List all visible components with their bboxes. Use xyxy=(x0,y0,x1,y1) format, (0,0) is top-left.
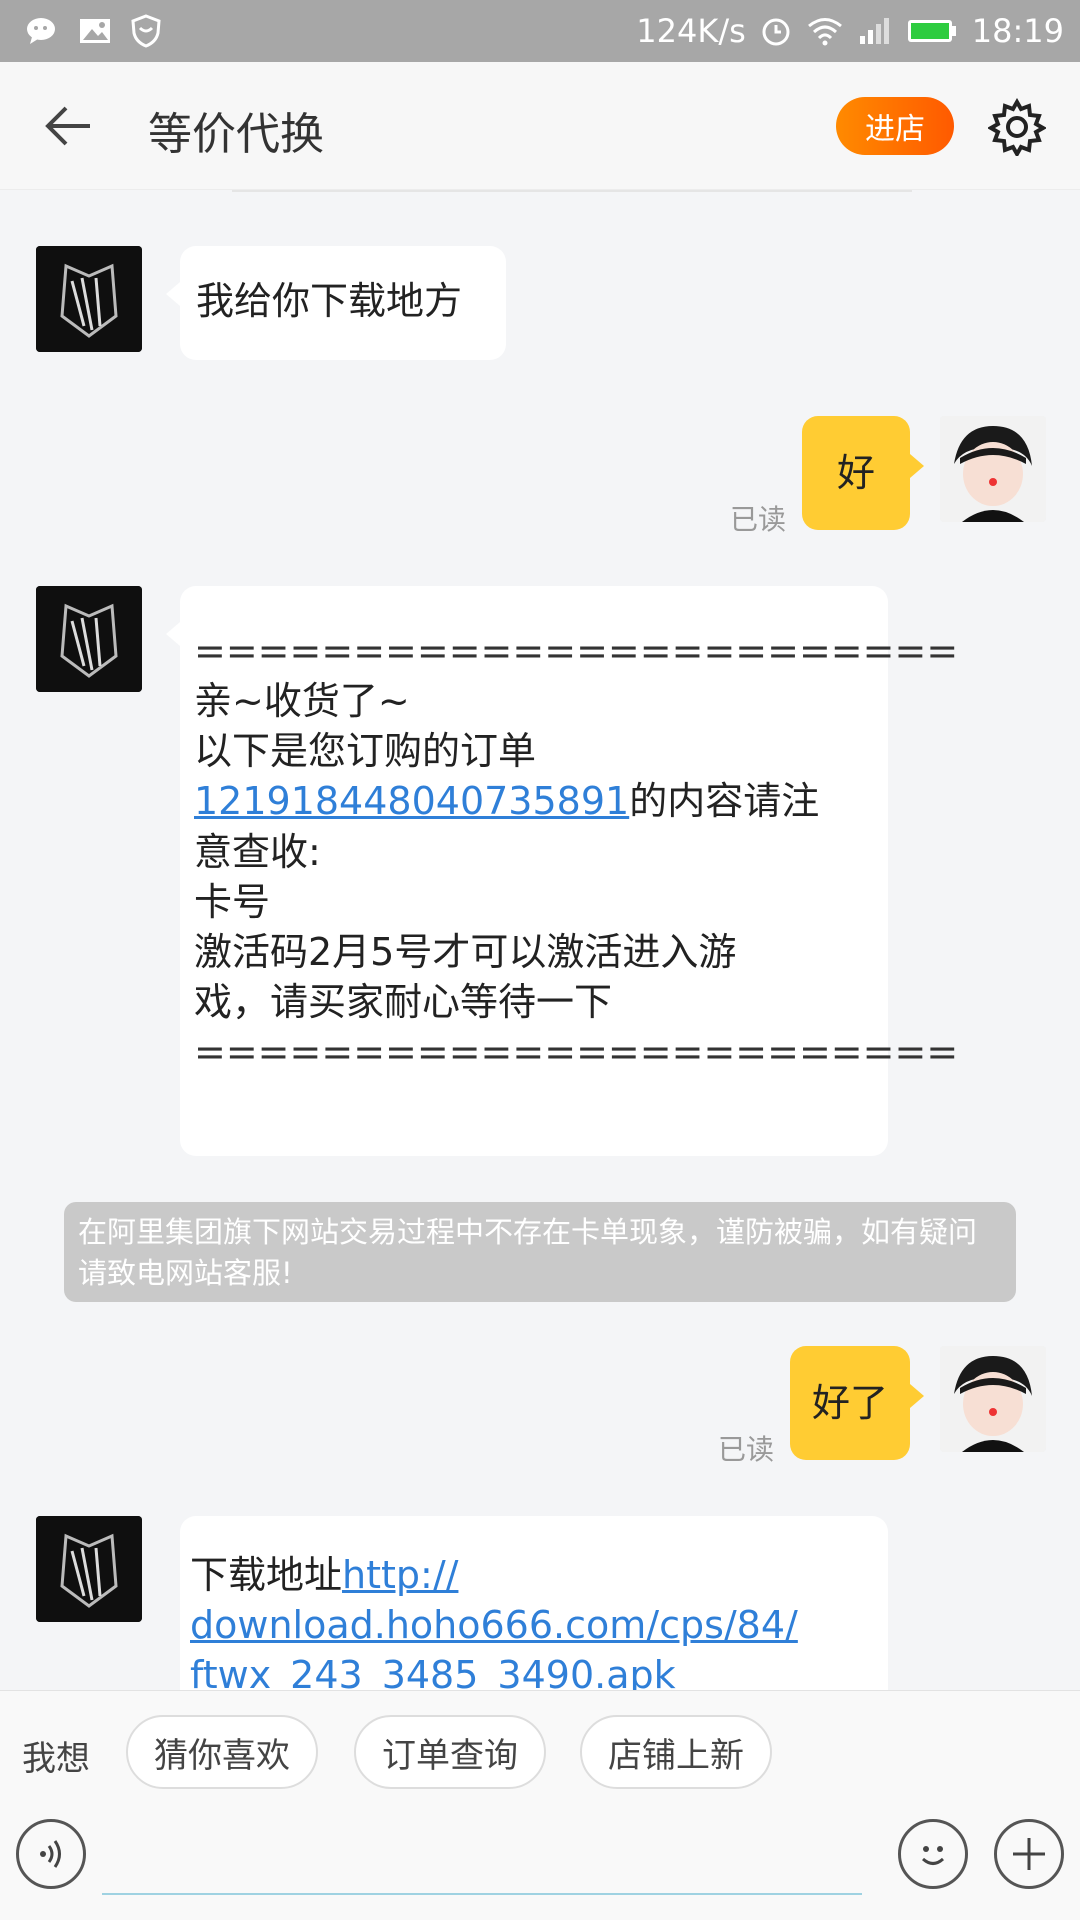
gear-icon[interactable] xyxy=(986,97,1048,159)
shop-avatar[interactable] xyxy=(36,246,142,352)
order-message-bubble[interactable]: ======================== 亲~收货了~ 以下是您订购的订… xyxy=(166,586,959,1156)
clock: 18:19 xyxy=(971,12,1064,50)
message-text: 好了 xyxy=(811,1381,888,1425)
message-line: 意查收: xyxy=(194,829,321,874)
message-bubble[interactable]: 我给你下载地方 xyxy=(166,246,506,360)
emoji-icon[interactable] xyxy=(898,1819,968,1889)
separator-line: ======================== xyxy=(194,629,959,673)
shop-avatar[interactable] xyxy=(36,1516,142,1622)
wifi-icon xyxy=(806,16,844,46)
message-line: 激活码2月5号才可以激活进入游 xyxy=(194,929,737,974)
download-link[interactable]: http:// xyxy=(342,1553,458,1597)
shield-icon xyxy=(130,14,162,48)
bottom-input-area: 我想 猜你喜欢 订单查询 店铺上新 xyxy=(0,1690,1080,1920)
chip-shop-new[interactable]: 店铺上新 xyxy=(580,1715,772,1789)
previous-message-edge xyxy=(232,190,912,192)
wechat-icon xyxy=(26,16,60,46)
message-line: 亲~收货了~ xyxy=(194,679,410,724)
user-avatar[interactable] xyxy=(940,416,1046,522)
message-bubble[interactable]: 好了 xyxy=(790,1346,924,1460)
order-number-link[interactable]: 1219184480407358​91 xyxy=(194,779,629,823)
message-line: 的内容请注 xyxy=(629,779,820,824)
separator-line: ======================== xyxy=(194,1030,959,1075)
read-status: 已读 xyxy=(718,1433,775,1466)
message-input[interactable] xyxy=(102,1835,862,1895)
image-icon xyxy=(78,16,112,46)
voice-icon[interactable] xyxy=(16,1819,86,1889)
message-text: 下载地址 xyxy=(190,1553,343,1597)
download-link[interactable]: download.hoho666.com/cps/84/ xyxy=(190,1603,798,1647)
chat-title: 等价代换 xyxy=(148,109,324,160)
battery-icon xyxy=(906,17,958,45)
user-avatar[interactable] xyxy=(940,1346,1046,1452)
signal-icon xyxy=(858,16,892,46)
network-speed: 124K/s xyxy=(636,12,746,50)
message-line: 卡号 xyxy=(194,879,271,924)
message-text: 好 xyxy=(836,451,875,495)
chat-header: 等价代换 进店 xyxy=(0,62,1080,190)
quick-reply-label: 我想 xyxy=(22,1739,90,1779)
chip-guess-you-like[interactable]: 猜你喜欢 xyxy=(126,1715,318,1789)
chip-order-query[interactable]: 订单查询 xyxy=(354,1715,546,1789)
status-bar: 124K/s 18:19 xyxy=(0,0,1080,62)
download-link[interactable]: ftwx_243_3485_3490.apk xyxy=(190,1653,676,1690)
message-line: 戏，请买家耐心等待一下 xyxy=(194,980,613,1025)
download-message-bubble[interactable]: 下载地址http:// download.hoho666.com/cps/84/… xyxy=(180,1516,888,1690)
back-arrow-icon[interactable] xyxy=(40,100,100,152)
enter-shop-button[interactable]: 进店 xyxy=(836,97,954,155)
message-line: 以下是您订购的订单 xyxy=(194,729,537,774)
shop-avatar[interactable] xyxy=(36,586,142,692)
alarm-icon xyxy=(760,15,792,47)
read-status: 已读 xyxy=(730,503,787,536)
security-notice: 在阿里集团旗下网站交易过程中不存在卡单现象，谨防被骗，如有疑问请致电网站客服! xyxy=(64,1202,1016,1302)
message-text: 我给你下载地方 xyxy=(196,279,463,323)
message-bubble[interactable]: 好 xyxy=(802,416,924,530)
plus-icon[interactable] xyxy=(994,1819,1064,1889)
